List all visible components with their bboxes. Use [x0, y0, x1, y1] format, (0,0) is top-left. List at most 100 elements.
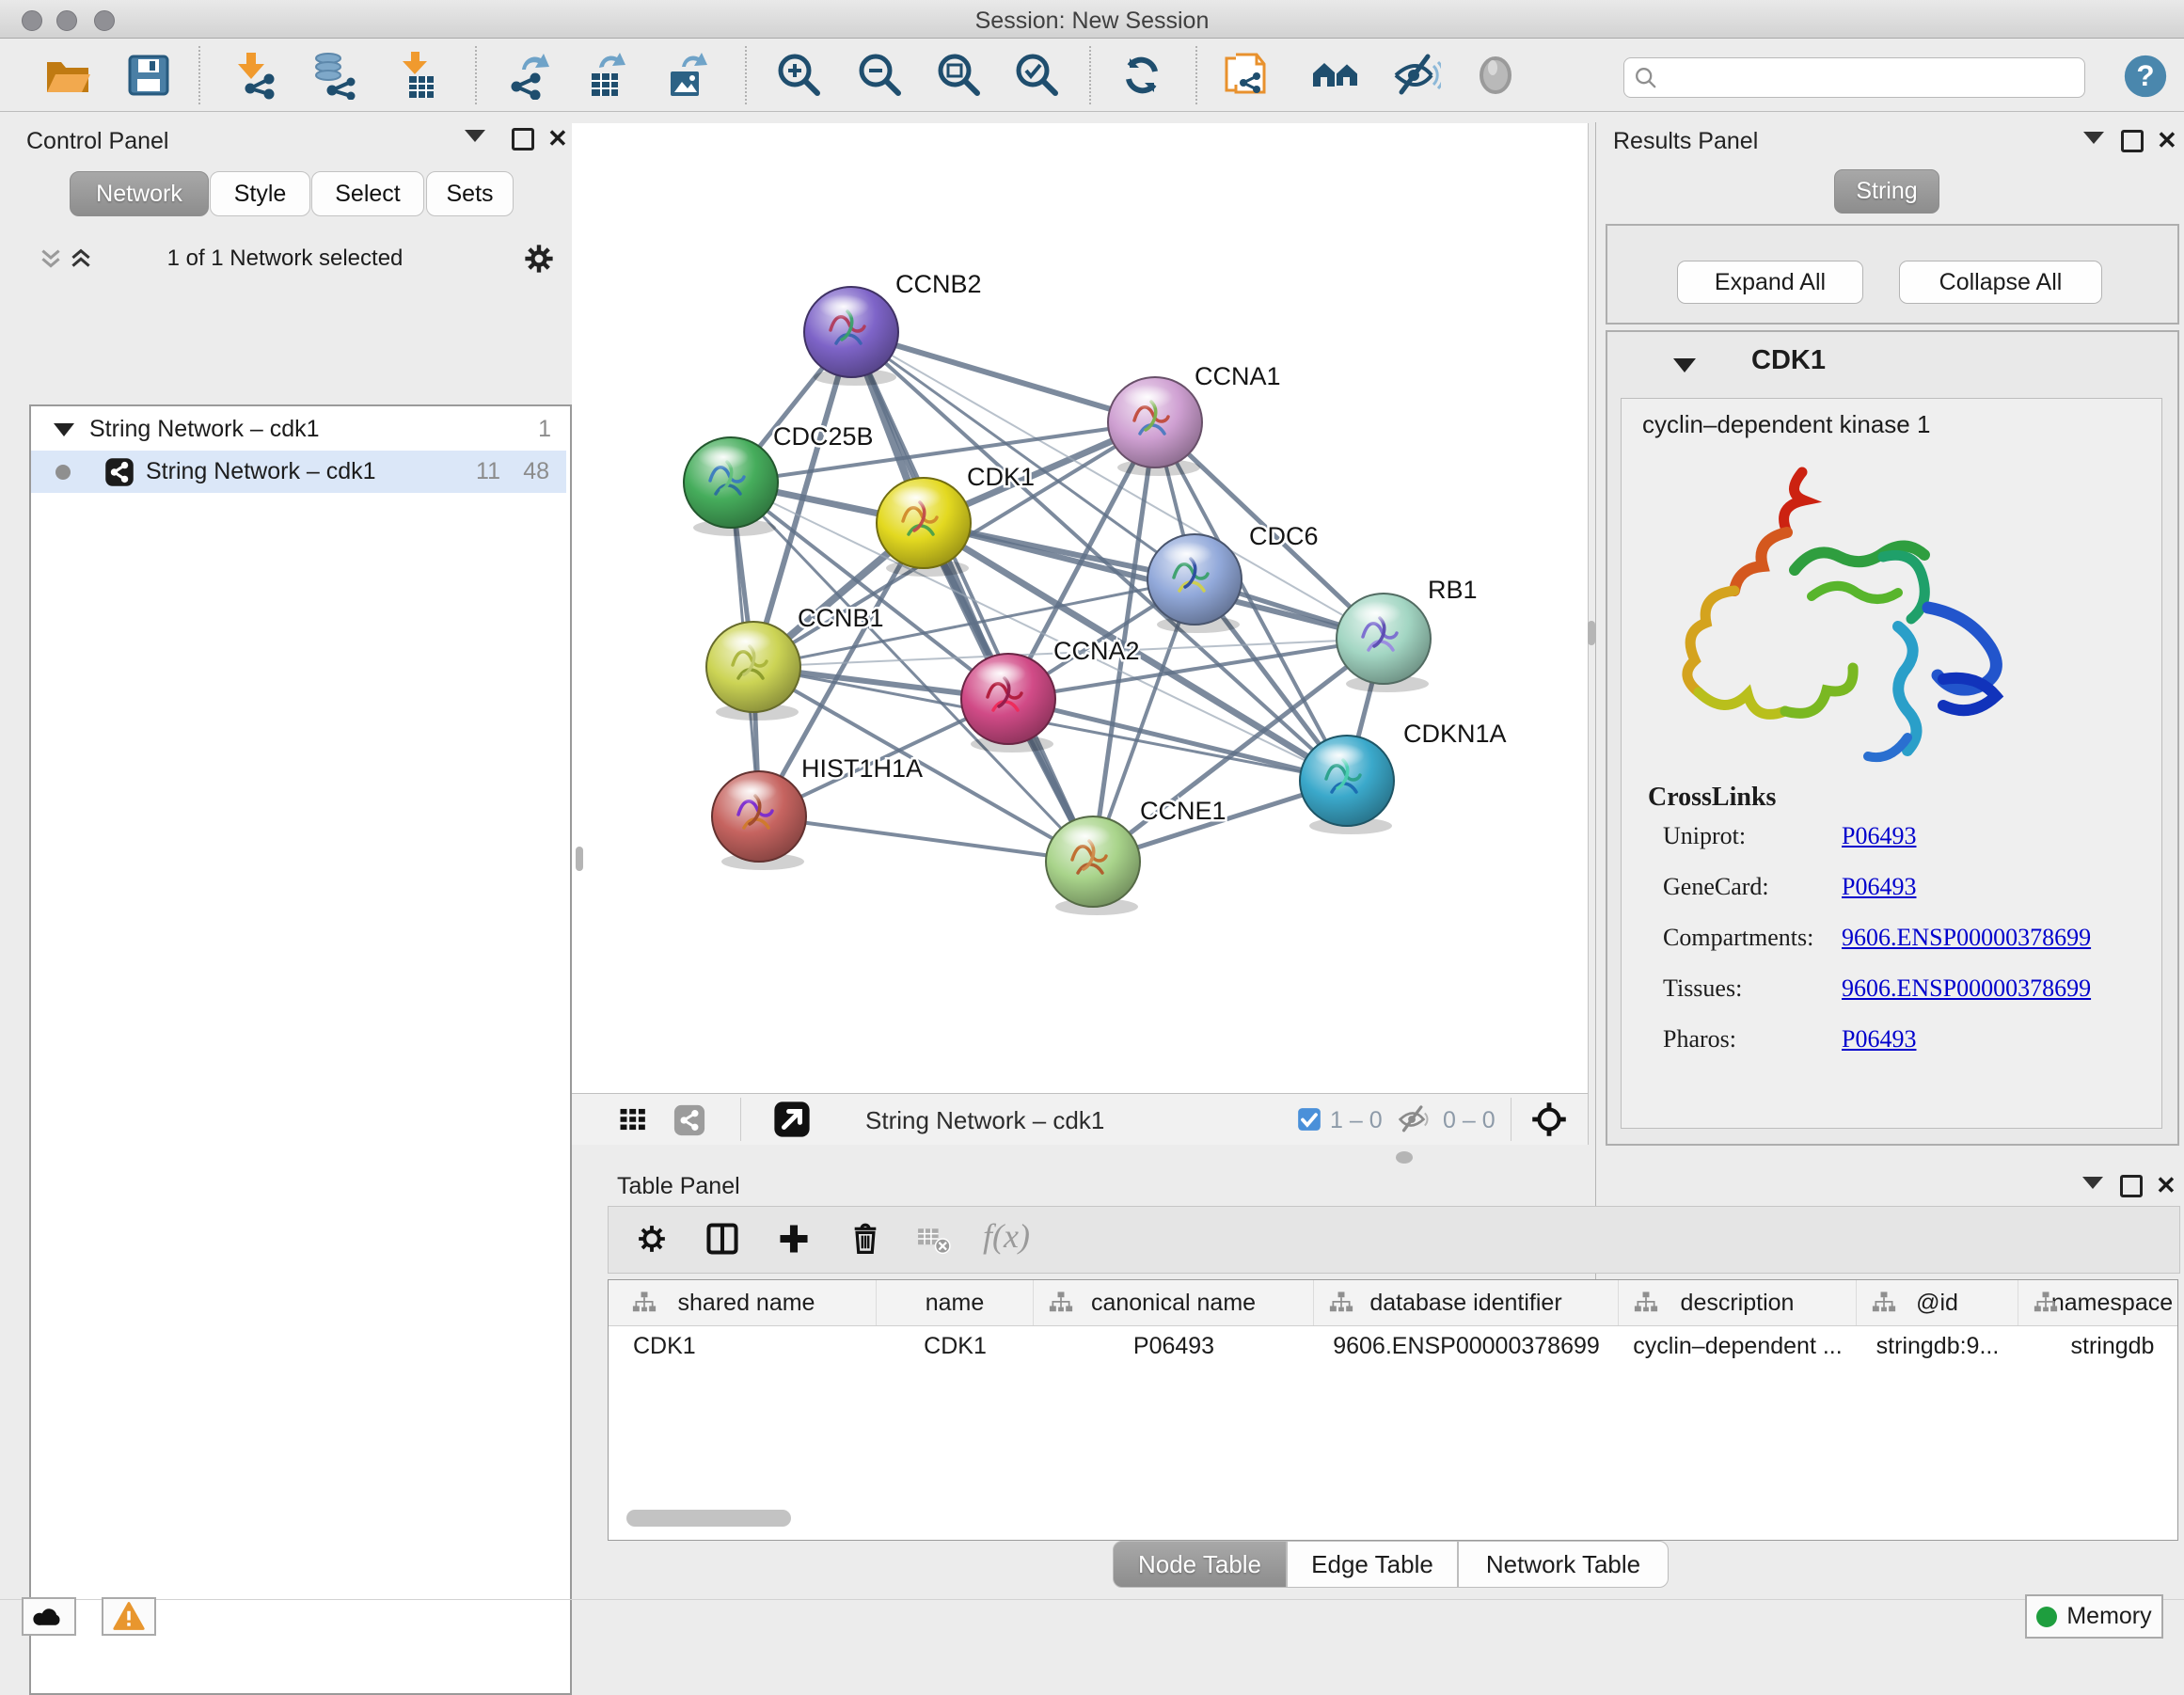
home-icon[interactable] [1311, 51, 1360, 100]
node-label-CDK1: CDK1 [967, 463, 1035, 491]
node-table[interactable]: shared namenamecanonical namedatabase id… [608, 1279, 2178, 1541]
crosslink-value-link[interactable]: P06493 [1842, 822, 1916, 850]
node-RB1[interactable]: RB1 [1337, 576, 1478, 692]
export-table-icon[interactable] [582, 51, 631, 100]
table-cell[interactable]: P06493 [1034, 1333, 1314, 1360]
search-input[interactable] [1666, 60, 2074, 93]
open-in-new-view-icon[interactable] [771, 1099, 813, 1140]
results-panel-close-icon[interactable]: ✕ [2157, 126, 2177, 155]
tree-expander-icon[interactable] [54, 423, 74, 436]
hidden-eye-slash-icon[interactable] [1398, 1103, 1430, 1135]
tab-network[interactable]: Network [70, 171, 209, 216]
table-panel-float-icon[interactable] [2120, 1175, 2143, 1197]
function-builder-icon: f(x) [983, 1216, 1030, 1256]
save-session-icon[interactable] [124, 51, 173, 100]
import-network-database-icon[interactable] [309, 51, 358, 100]
column-header-namespace[interactable]: namespace [2018, 1280, 2184, 1325]
search-box[interactable] [1623, 57, 2085, 98]
hierarchy-icon [630, 1289, 658, 1317]
table-cell[interactable]: CDK1 [877, 1333, 1034, 1360]
network-row-selected[interactable]: String Network – cdk1 11 48 [31, 451, 566, 493]
results-panel-menu-icon[interactable] [2083, 132, 2104, 144]
control-panel-float-icon[interactable] [512, 128, 534, 150]
edge-CCNE1-HIST1H1A[interactable] [759, 816, 1093, 862]
network-thumbnail-share-icon[interactable] [672, 1102, 707, 1138]
crosslink-value-link[interactable]: 9606.ENSP00000378699 [1842, 974, 2091, 1003]
column-header-canonical-name[interactable]: canonical name [1034, 1280, 1314, 1325]
tab-node-table[interactable]: Node Table [1113, 1541, 1287, 1588]
crosslink-row: Pharos:P06493 [1622, 1025, 2161, 1076]
network-canvas[interactable]: CCNB2CCNA1CDC25BCDK1CDC6RB1CCNB1CCNA2CDK… [572, 123, 1589, 1093]
gene-symbol: CDK1 [1751, 345, 1826, 376]
results-gene-box: CDK1 cyclin–dependent kinase 1 [1606, 330, 2179, 1146]
tab-string[interactable]: String [1834, 169, 1939, 214]
column-header--id[interactable]: @id [1857, 1280, 2018, 1325]
node-label-CCNB2: CCNB2 [895, 270, 982, 298]
open-session-icon[interactable] [43, 51, 92, 100]
left-splitter-handle[interactable] [576, 847, 583, 871]
cloud-status-button[interactable] [22, 1597, 76, 1636]
birds-eye-grid-icon[interactable] [615, 1102, 649, 1136]
crosslink-value-link[interactable]: P06493 [1842, 873, 1916, 901]
network-options-gear-icon[interactable] [521, 241, 557, 277]
table-cell[interactable]: CDK1 [633, 1333, 696, 1360]
table-cell[interactable]: stringdb [2018, 1333, 2184, 1360]
node-label-HIST1H1A: HIST1H1A [801, 754, 923, 783]
memory-button[interactable]: Memory [2025, 1594, 2163, 1639]
add-column-icon[interactable] [774, 1219, 814, 1259]
gene-expander-icon[interactable] [1673, 358, 1696, 372]
zoom-fit-icon[interactable] [935, 51, 984, 100]
table-cell[interactable]: cyclin–dependent ... [1619, 1333, 1857, 1360]
annotations-icon[interactable] [1221, 51, 1270, 100]
selected-checkbox-icon[interactable] [1296, 1106, 1322, 1133]
zoom-out-icon[interactable] [856, 51, 905, 100]
network-row-label: String Network – cdk1 [146, 458, 376, 485]
network-edge-count: 48 [523, 458, 549, 485]
node-label-CCNA2: CCNA2 [1053, 637, 1140, 665]
export-network-icon[interactable] [505, 51, 554, 100]
help-button[interactable] [2123, 54, 2168, 99]
horizontal-splitter-handle[interactable] [1396, 1151, 1413, 1164]
column-header-database-identifier[interactable]: database identifier [1314, 1280, 1619, 1325]
column-header-label: namespace [2051, 1290, 2173, 1317]
right-splitter-handle[interactable] [1588, 621, 1595, 645]
table-horizontal-scrollbar[interactable] [626, 1510, 791, 1527]
tab-style[interactable]: Style [210, 171, 310, 216]
control-panel-close-icon[interactable]: ✕ [547, 124, 568, 153]
collapse-all-button[interactable]: Collapse All [1899, 261, 2102, 304]
show-columns-icon[interactable] [703, 1219, 742, 1259]
tab-select[interactable]: Select [311, 171, 424, 216]
node-HIST1H1A[interactable]: HIST1H1A [712, 754, 923, 870]
crosslink-value-link[interactable]: 9606.ENSP00000378699 [1842, 924, 2091, 952]
network-collection-row[interactable]: String Network – cdk1 1 [31, 408, 566, 451]
tab-sets[interactable]: Sets [426, 171, 514, 216]
column-header-shared-name[interactable]: shared name [617, 1280, 877, 1325]
zoom-in-icon[interactable] [775, 51, 824, 100]
import-network-icon[interactable] [229, 51, 278, 100]
hide-selected-icon[interactable] [1392, 51, 1441, 100]
selected-count: 1 – 0 [1330, 1107, 1383, 1134]
crosslink-value-link[interactable]: P06493 [1842, 1025, 1916, 1053]
table-panel-close-icon[interactable]: ✕ [2156, 1171, 2176, 1200]
fit-selected-crosshair-icon[interactable] [1529, 1100, 1569, 1139]
network-view-toolbar: String Network – cdk1 1 – 0 0 – 0 [572, 1093, 1589, 1145]
delete-column-trash-icon[interactable] [846, 1218, 885, 1258]
tab-network-table[interactable]: Network Table [1458, 1541, 1669, 1588]
table-cell[interactable]: 9606.ENSP00000378699 [1314, 1333, 1619, 1360]
column-header-name[interactable]: name [877, 1280, 1034, 1325]
table-cell[interactable]: stringdb:9... [1857, 1333, 2018, 1360]
warnings-button[interactable] [102, 1597, 156, 1636]
import-table-icon[interactable] [392, 51, 441, 100]
control-panel-menu-icon[interactable] [465, 130, 485, 142]
column-header-description[interactable]: description [1619, 1280, 1857, 1325]
node-CDKN1A[interactable]: CDKN1A [1300, 720, 1507, 834]
table-panel-menu-icon[interactable] [2082, 1177, 2103, 1189]
expand-all-button[interactable]: Expand All [1677, 261, 1863, 304]
results-panel-float-icon[interactable] [2121, 130, 2144, 152]
tab-edge-table[interactable]: Edge Table [1287, 1541, 1458, 1588]
refresh-icon[interactable] [1117, 51, 1166, 100]
zoom-selected-icon[interactable] [1013, 51, 1062, 100]
export-image-icon[interactable] [663, 51, 712, 100]
table-settings-gear-icon[interactable] [633, 1220, 671, 1258]
show-icon[interactable] [1471, 51, 1520, 100]
